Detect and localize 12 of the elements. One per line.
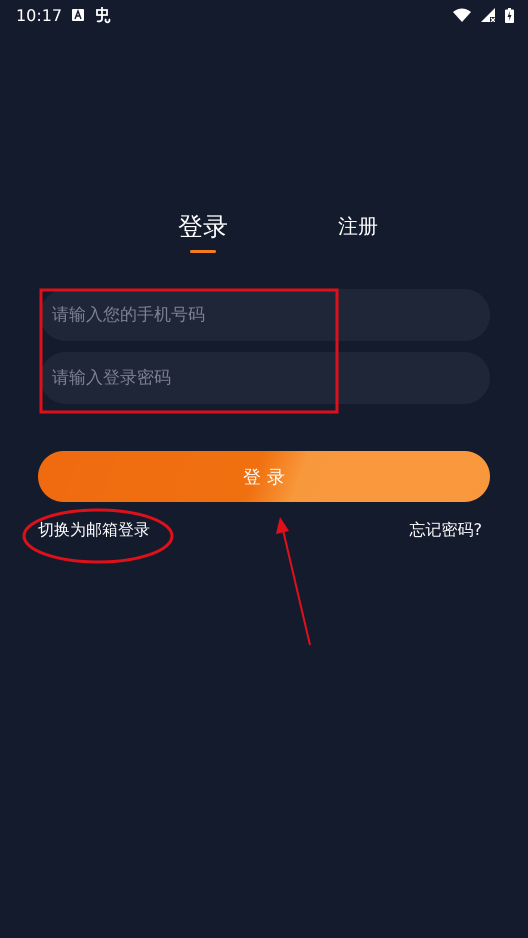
app-notification-icon — [72, 9, 84, 21]
switch-email-login-link[interactable]: 切换为邮箱登录 — [38, 520, 150, 541]
forgot-password-link[interactable]: 忘记密码? — [410, 520, 482, 541]
tab[interactable]: 登录 — [178, 210, 228, 253]
input-field[interactable]: 请输入登录密码 — [40, 352, 490, 404]
tab[interactable]: 注册 — [338, 210, 378, 253]
signal-icon — [481, 8, 495, 22]
battery-charging-icon — [505, 8, 514, 22]
wifi-icon — [453, 8, 471, 22]
status-time: 10:17 — [16, 6, 62, 24]
tab-underline — [190, 250, 216, 253]
input-field[interactable]: 请输入您的手机号码 — [40, 289, 490, 341]
